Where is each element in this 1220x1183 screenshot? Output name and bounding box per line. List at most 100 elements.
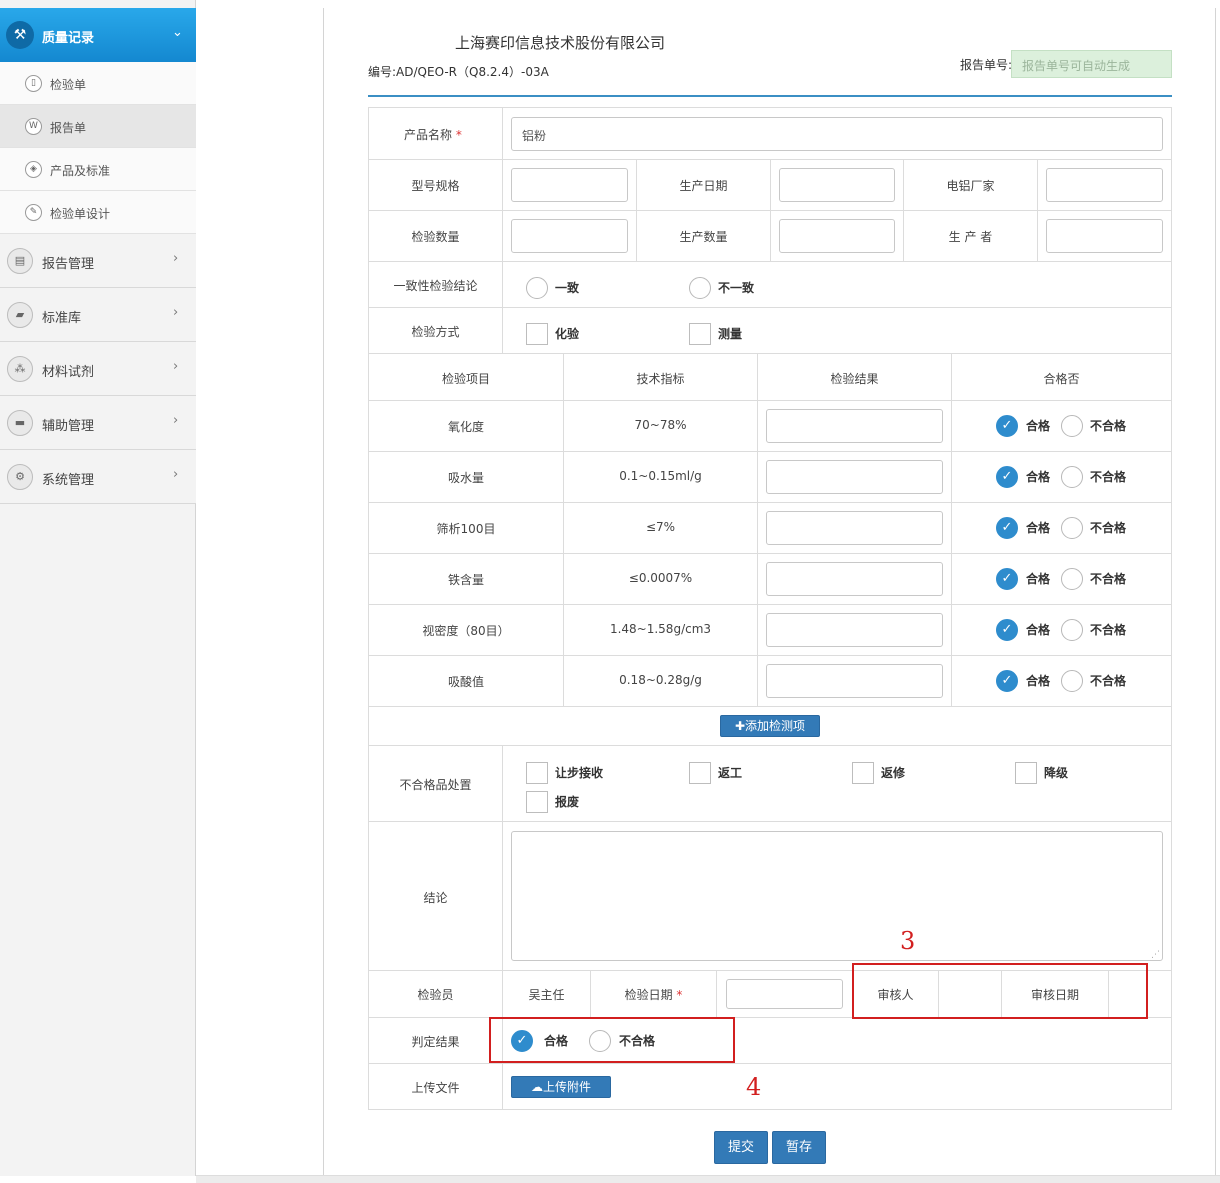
chevron-right-icon: ›	[173, 413, 179, 428]
disposition-label: 降级	[1044, 766, 1069, 780]
item-result-input[interactable]	[766, 562, 943, 596]
disposition-repair-checkbox[interactable]	[852, 762, 874, 784]
fail-radio[interactable]	[1061, 517, 1083, 539]
doc-icon: ▯	[25, 75, 42, 92]
sidebar-item-system[interactable]: ⚙ 系统管理 ›	[0, 450, 196, 504]
disposition-downgrade-checkbox[interactable]	[1015, 762, 1037, 784]
method-measure-checkbox[interactable]	[689, 323, 711, 345]
box-icon: ◈	[25, 161, 42, 178]
add-test-item-button[interactable]: ✚添加检测项	[720, 715, 820, 737]
item-spec: 0.1~0.15ml/g	[619, 469, 702, 483]
item-name: 吸酸值	[447, 675, 484, 689]
chevron-right-icon: ›	[173, 467, 179, 482]
disposition-rework-checkbox[interactable]	[689, 762, 711, 784]
pass-label: 合格	[1026, 674, 1051, 688]
fail-radio[interactable]	[1061, 466, 1083, 488]
pass-radio[interactable]: ✓	[996, 517, 1018, 539]
item-spec: 1.48~1.58g/cm3	[609, 622, 712, 636]
production-date-input[interactable]	[779, 168, 895, 202]
fail-radio[interactable]	[1061, 415, 1083, 437]
product-name-input[interactable]: 铝粉	[511, 117, 1163, 151]
consistent-radio[interactable]	[526, 277, 548, 299]
report-number-input[interactable]: 报告单号可自动生成	[1011, 50, 1172, 78]
cloud-upload-icon: ☁	[530, 1080, 543, 1094]
fail-radio[interactable]	[1061, 568, 1083, 590]
sidebar-item-inspection-sheet[interactable]: ▯ 检验单	[0, 62, 196, 105]
method-label: 检验方式	[411, 325, 460, 339]
inspector-label: 检验员	[417, 988, 454, 1002]
fail-label: 不合格	[1090, 470, 1127, 484]
header-divider	[368, 95, 1172, 97]
wrench-icon: ✎	[25, 204, 42, 221]
supplier-input[interactable]	[1046, 168, 1163, 202]
fail-label: 不合格	[1090, 521, 1127, 535]
item-spec: ≤0.0007%	[628, 571, 693, 585]
item-result-input[interactable]	[766, 613, 943, 647]
sidebar-item-report-sheet[interactable]: W 报告单	[0, 105, 196, 148]
item-name: 筛析100目	[436, 522, 496, 536]
method-chem-checkbox[interactable]	[526, 323, 548, 345]
inconsistent-radio[interactable]	[689, 277, 711, 299]
disposition-concession-checkbox[interactable]	[526, 762, 548, 784]
sidebar-item-report-management[interactable]: ▤ 报告管理 ›	[0, 234, 196, 288]
item-result-input[interactable]	[766, 511, 943, 545]
upload-attachment-button[interactable]: ☁上传附件	[511, 1076, 611, 1098]
disposition-scrap-checkbox[interactable]	[526, 791, 548, 813]
save-draft-button[interactable]: 暂存	[772, 1131, 826, 1164]
column-header-pass: 合格否	[1043, 372, 1080, 386]
submit-button[interactable]: 提交	[714, 1131, 768, 1164]
producer-input[interactable]	[1046, 219, 1163, 253]
item-name: 铁含量	[447, 573, 484, 587]
pass-radio[interactable]: ✓	[996, 619, 1018, 641]
producer-label: 生 产 者	[948, 230, 993, 244]
pass-radio[interactable]: ✓	[996, 466, 1018, 488]
pass-radio[interactable]: ✓	[996, 568, 1018, 590]
pass-label: 合格	[1026, 470, 1051, 484]
inspector-value: 吴主任	[528, 988, 565, 1002]
inspection-quantity-input[interactable]	[511, 219, 628, 253]
chevron-down-icon: ⌄	[172, 25, 183, 40]
report-icon: ▤	[7, 248, 33, 274]
conclusion-textarea[interactable]	[511, 831, 1163, 961]
footer-bar	[196, 1175, 1220, 1183]
annotation-box-3	[852, 963, 1148, 1019]
inspection-date-input[interactable]	[726, 979, 843, 1009]
sidebar-section-quality-records[interactable]: ⚒ 质量记录 ⌄	[0, 8, 196, 62]
chevron-right-icon: ›	[173, 305, 179, 320]
conclusion-label: 结论	[423, 891, 448, 905]
cogs-icon: ⚙	[7, 464, 33, 490]
item-result-input[interactable]	[766, 664, 943, 698]
pass-radio[interactable]: ✓	[996, 415, 1018, 437]
sidebar-item-materials[interactable]: ⁂ 材料试剂 ›	[0, 342, 196, 396]
item-result-input[interactable]	[766, 460, 943, 494]
item-spec: 0.18~0.28g/g	[619, 673, 702, 687]
item-result-input[interactable]	[766, 409, 943, 443]
supplier-label: 电铝厂家	[946, 179, 995, 193]
fail-label: 不合格	[1090, 623, 1127, 637]
sidebar-item-label: 产品及标准	[50, 164, 111, 178]
sidebar: ⚒ 质量记录 ⌄ ▯ 检验单 W 报告单 ◈ 产品及标准 ✎ 检验单设计 ▤ 报…	[0, 0, 196, 1176]
fail-label: 不合格	[1090, 419, 1127, 433]
production-date-label: 生产日期	[679, 179, 728, 193]
model-input[interactable]	[511, 168, 628, 202]
item-spec: 70~78%	[634, 418, 687, 432]
book-icon: ▰	[7, 302, 33, 328]
sidebar-item-products-standards[interactable]: ◈ 产品及标准	[0, 148, 196, 191]
column-header-item: 检验项目	[441, 372, 490, 386]
sidebar-section-label: 质量记录	[42, 31, 95, 46]
fail-radio[interactable]	[1061, 619, 1083, 641]
fail-radio[interactable]	[1061, 670, 1083, 692]
item-spec: ≤7%	[645, 520, 676, 534]
sidebar-item-standards[interactable]: ▰ 标准库 ›	[0, 288, 196, 342]
production-quantity-input[interactable]	[779, 219, 895, 253]
sidebar-item-auxiliary[interactable]: ▬ 辅助管理 ›	[0, 396, 196, 450]
pass-radio[interactable]: ✓	[996, 670, 1018, 692]
judgment-label: 判定结果	[411, 1035, 460, 1049]
inspection-date-label: 检验日期 *	[624, 988, 683, 1002]
briefcase-icon: ▬	[7, 410, 33, 436]
sidebar-item-label: 报告管理	[42, 257, 95, 272]
pass-label: 合格	[1026, 572, 1051, 586]
resize-grip-icon[interactable]: ⋰	[1151, 950, 1160, 960]
sidebar-item-sheet-design[interactable]: ✎ 检验单设计	[0, 191, 196, 234]
pass-label: 合格	[1026, 419, 1051, 433]
